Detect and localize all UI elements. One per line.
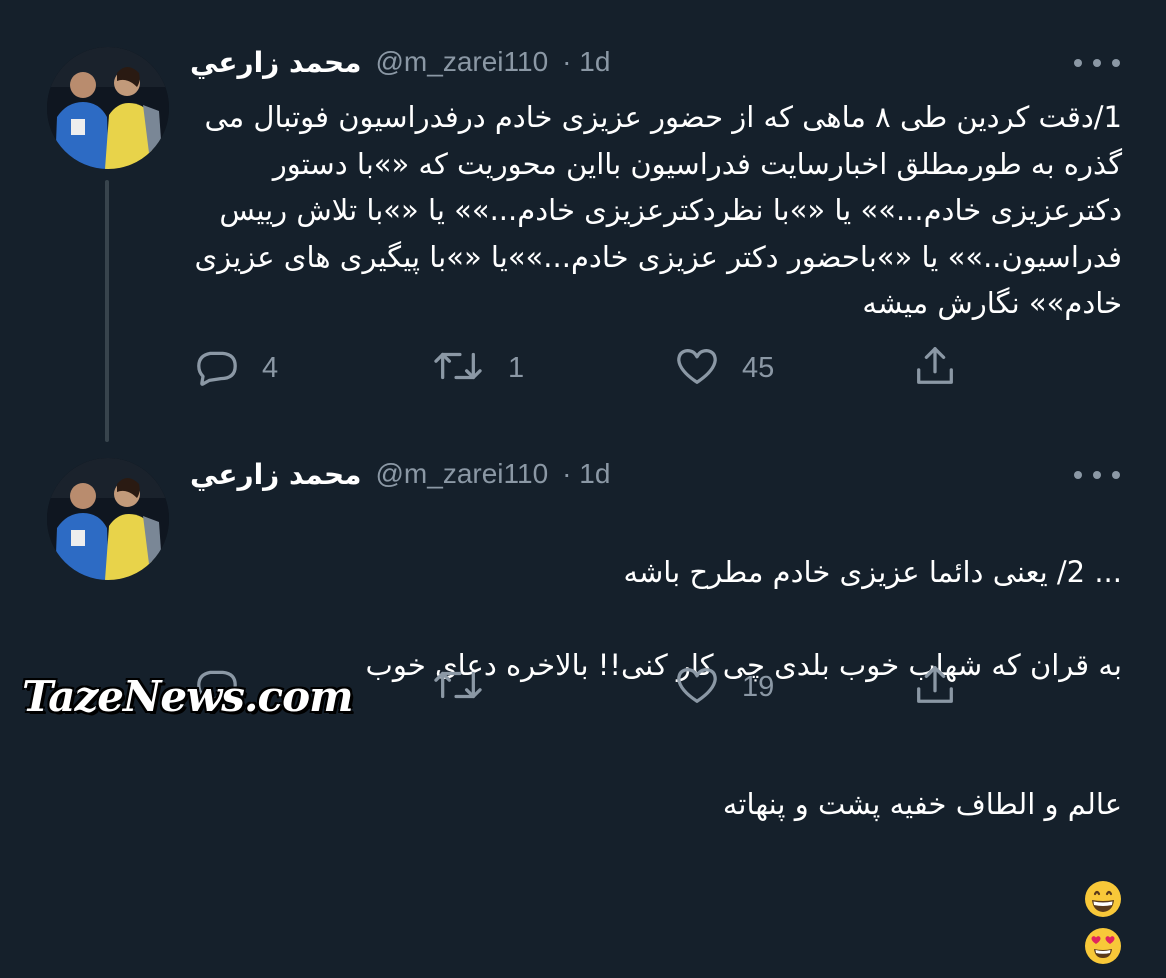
share-button[interactable] [912,664,958,710]
avatar[interactable] [47,47,169,169]
action-bar: 4 1 45 [190,345,990,391]
heart-eyes-emoji [1084,880,1122,964]
like-icon [674,662,720,712]
grinning-face-emoji [1084,834,1122,917]
share-button[interactable] [912,345,958,391]
more-icon[interactable] [1074,460,1120,490]
display-name[interactable]: محمد زارعي [190,458,362,491]
more-icon[interactable] [1074,48,1120,78]
tweet-text: 1/دقت کردین طی ۸ ماهی که از حضور عزیزی خ… [194,100,1122,320]
thread-line [105,180,109,442]
tweet-text-line-1: ... 2/ یعنی دائما عزیزی خادم مطرح باشه [623,554,1122,589]
username[interactable]: @m_zarei110 [376,46,549,78]
share-icon [912,662,958,712]
like-icon [674,343,720,393]
reply-button[interactable]: 4 [194,345,278,391]
share-icon [912,343,958,393]
display-name[interactable]: محمد زارعي [190,46,362,79]
retweet-count: 1 [508,351,525,384]
tweet-header: محمد زارعي @m_zarei110 · 1d [190,42,610,82]
like-count: 45 [742,351,775,384]
tweet-text-line-3: عالم و الطاف خفیه پشت و پنهاته [192,735,1122,964]
avatar[interactable] [47,458,169,580]
timestamp[interactable]: · 1d [562,46,610,78]
retweet-button[interactable] [430,664,486,710]
timestamp[interactable]: · 1d [562,458,610,490]
reply-icon [194,343,240,393]
retweet-icon [430,343,486,393]
tweet-header: محمد زارعي @m_zarei110 · 1d [190,454,610,494]
watermark: TazeNews.com [22,672,354,721]
like-button[interactable]: 45 [674,345,774,391]
tweet-1[interactable]: محمد زارعي @m_zarei110 · 1d 1/دقت کردین … [0,0,1166,442]
username[interactable]: @m_zarei110 [376,458,549,490]
like-button[interactable]: 19 [674,664,774,710]
reply-count: 4 [262,351,279,384]
tweet-text-line-3-text: عالم و الطاف خفیه پشت و پنهاته [722,787,1122,821]
retweet-icon [430,662,486,712]
like-count: 19 [742,670,775,703]
tweet-text: ... 2/ یعنی دائما عزیزی خادم مطرح باشه ب… [192,502,1122,967]
retweet-button[interactable]: 1 [430,345,524,391]
